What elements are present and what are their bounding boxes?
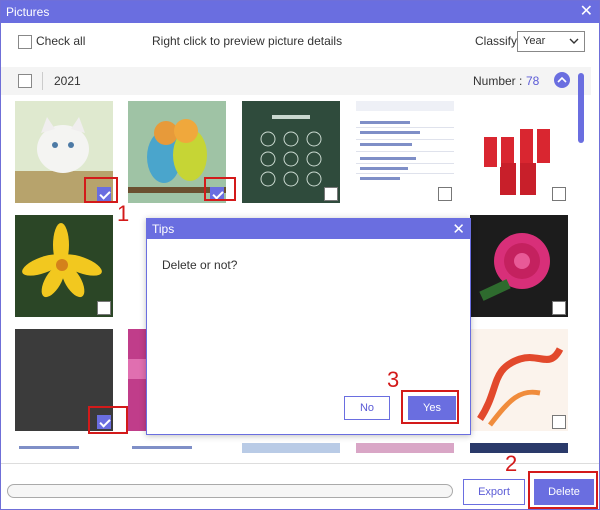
dialog-message: Delete or not? — [162, 258, 238, 272]
thumbnail-checkbox[interactable] — [552, 187, 566, 201]
check-all-label[interactable]: Check all — [36, 34, 85, 48]
classify-label: Classify: — [475, 34, 521, 48]
thumbnail-passcode[interactable] — [242, 101, 340, 203]
thumbnail-checkbox[interactable] — [552, 301, 566, 315]
thumbnail-checkbox[interactable] — [438, 187, 452, 201]
thumbnail-smoke[interactable] — [470, 329, 568, 431]
export-button[interactable]: Export — [463, 479, 525, 505]
scrollbar[interactable] — [578, 67, 586, 451]
year-group-header: 2021 Number : 78 — [1, 67, 591, 95]
no-button[interactable]: No — [344, 396, 390, 420]
thumbnail-checkbox[interactable] — [97, 301, 111, 315]
progress-bar — [7, 484, 453, 498]
number-value: 78 — [526, 74, 540, 88]
highlight-box-checkbox-2 — [204, 177, 236, 201]
collapse-button[interactable] — [554, 72, 570, 88]
dialog-title-bar: Tips ✕ — [147, 219, 470, 239]
close-icon[interactable]: ✕ — [580, 3, 593, 21]
thumbnail-pink-partial[interactable] — [128, 329, 146, 431]
preview-hint: Right click to preview picture details — [152, 34, 343, 48]
thumbnail-rose[interactable] — [470, 215, 568, 317]
chevron-down-icon — [569, 38, 579, 44]
annotation-step-3: 3 — [387, 367, 400, 392]
scrollbar-thumb[interactable] — [578, 73, 584, 143]
dialog-title: Tips — [152, 222, 175, 236]
thumbnail-row4-2[interactable] — [128, 443, 226, 453]
chevron-up-icon — [557, 76, 567, 83]
highlight-box-delete — [528, 471, 598, 509]
thumbnail-lily[interactable] — [15, 215, 113, 317]
thumbnail-row4-5[interactable] — [470, 443, 568, 453]
annotation-step-2: 2 — [505, 451, 518, 476]
divider — [42, 72, 43, 90]
pictures-window: Pictures ✕ Check all Right click to prev… — [0, 0, 600, 510]
toolbar: Check all Right click to preview picture… — [1, 23, 599, 61]
thumbnail-gifts[interactable] — [470, 101, 568, 203]
thumbnail-settings[interactable] — [356, 101, 454, 203]
thumbnail-checkbox[interactable] — [552, 415, 566, 429]
number-label: Number : — [473, 74, 523, 88]
thumbnail-row4-3[interactable] — [242, 443, 340, 453]
dialog-close-icon[interactable]: ✕ — [452, 220, 465, 238]
title-bar: Pictures ✕ — [1, 1, 599, 23]
group-checkbox[interactable] — [18, 74, 32, 88]
check-all-checkbox[interactable] — [18, 35, 32, 49]
highlight-box-checkbox-3 — [88, 406, 128, 434]
thumbnail-checkbox[interactable] — [324, 187, 338, 201]
annotation-step-1: 1 — [117, 201, 130, 226]
classify-value: Year — [523, 35, 546, 47]
highlight-box-checkbox-1 — [84, 177, 118, 203]
thumbnail-row4-1[interactable] — [15, 443, 113, 453]
group-year: 2021 — [54, 74, 81, 88]
classify-select[interactable]: Year — [517, 31, 585, 52]
highlight-box-yes — [401, 390, 459, 424]
thumbnail-row4-4[interactable] — [356, 443, 454, 453]
window-title: Pictures — [6, 5, 50, 19]
